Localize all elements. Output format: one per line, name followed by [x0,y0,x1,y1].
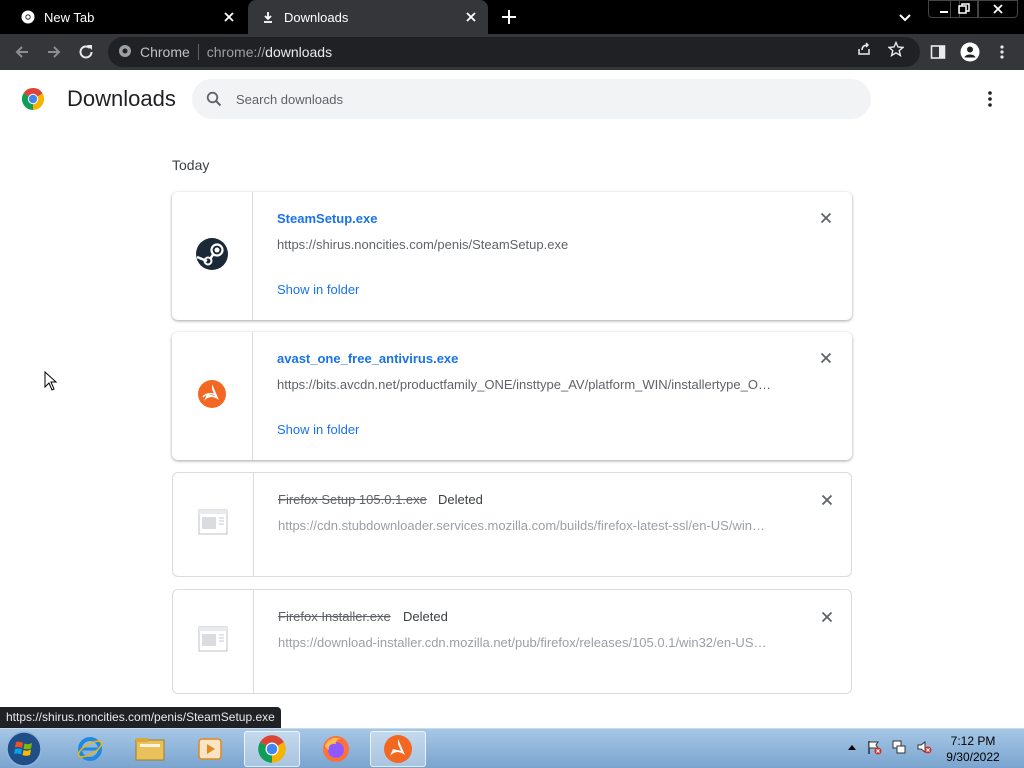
remove-download-icon[interactable] [819,492,835,508]
download-filename-link[interactable]: avast_one_free_antivirus.exe [277,351,458,366]
start-orb-icon[interactable] [4,730,44,768]
restore-window-icon[interactable] [950,0,978,18]
chrome-tab-icon [20,9,36,25]
download-url[interactable]: https://bits.avcdn.net/productfamily_ONE… [277,377,777,392]
show-hidden-icons-icon[interactable] [844,739,860,755]
back-arrow-icon[interactable] [12,42,32,62]
share-icon[interactable] [854,39,874,59]
mouse-cursor-icon [44,370,58,396]
tab-new-tab[interactable]: New Tab [0,0,246,34]
download-item: Firefox Setup 105.0.1.exe Deleted https:… [172,472,852,577]
tab-close-icon[interactable] [222,10,236,24]
file-icon-column [172,192,253,320]
remove-download-icon[interactable] [819,609,835,625]
media-player-icon[interactable] [182,731,238,767]
download-filename: Firefox Setup 105.0.1.exe [278,492,427,507]
search-icon [204,89,224,109]
generic-file-icon [198,509,228,540]
download-url[interactable]: https://download-installer.cdn.mozilla.n… [278,635,778,650]
chrome-logo-icon [21,87,45,111]
chrome-icon[interactable] [244,731,300,767]
bookmark-star-icon[interactable] [886,39,906,59]
new-tab-plus-icon[interactable] [500,8,518,26]
show-in-folder-link[interactable]: Show in folder [277,282,359,297]
page-title: Downloads [67,86,176,111]
tab-title: New Tab [44,9,95,25]
file-icon-column [173,590,254,693]
search-input[interactable] [236,91,836,107]
chrome-site-icon [118,44,132,61]
download-url[interactable]: https://shirus.noncities.com/penis/Steam… [277,237,777,252]
link-hover-status: https://shirus.noncities.com/penis/Steam… [0,707,281,728]
clock-date: 9/30/2022 [946,750,1000,764]
downloads-header: Downloads [0,70,1024,130]
clock-time: 7:12 PM [950,734,996,748]
reload-icon[interactable] [76,42,96,62]
downloads-menu-icon[interactable] [980,89,1000,109]
date-section-heading: Today [172,157,210,173]
file-explorer-icon[interactable] [122,731,178,767]
forward-arrow-icon[interactable] [44,42,64,62]
avast-icon[interactable] [370,731,426,767]
file-icon-column [172,332,253,460]
download-filename-link[interactable]: SteamSetup.exe [277,211,377,226]
url-text: chrome://downloads [206,44,333,60]
file-icon-column [173,473,254,576]
download-item: Firefox Installer.exe Deleted https://do… [172,589,852,694]
network-icon[interactable] [891,739,907,755]
tab-title: Downloads [284,9,349,25]
address-bar[interactable]: Chrome chrome://downloads [108,37,920,67]
action-center-flag-icon[interactable] [866,739,882,755]
close-window-icon[interactable] [978,0,1018,18]
show-in-folder-link[interactable]: Show in folder [277,422,359,437]
download-tab-icon [260,9,276,25]
tab-downloads[interactable]: Downloads [248,0,488,34]
windows-taskbar: 7:12 PM 9/30/2022 [0,728,1024,768]
browser-toolbar: Chrome chrome://downloads [0,34,1024,70]
download-status: Deleted [438,492,483,507]
tab-close-icon[interactable] [464,10,478,24]
chevron-down-icon[interactable] [897,10,913,26]
system-clock[interactable]: 7:12 PM 9/30/2022 [936,733,1010,765]
download-filename: Firefox Installer.exe [278,609,391,624]
steam-icon [195,237,229,276]
generic-file-icon [198,626,228,657]
remove-download-icon[interactable] [818,210,834,226]
download-item: SteamSetup.exe https://shirus.noncities.… [172,192,852,320]
download-url[interactable]: https://cdn.stubdownloader.services.mozi… [278,518,778,533]
omnibox-divider [197,44,199,60]
download-item: avast_one_free_antivirus.exe https://bit… [172,332,852,460]
firefox-icon[interactable] [308,731,364,767]
tab-strip: New Tab Downloads [0,0,1024,34]
internet-explorer-icon[interactable] [62,731,118,767]
site-chip-label: Chrome [140,44,190,60]
remove-download-icon[interactable] [818,350,834,366]
download-status: Deleted [403,609,448,624]
search-downloads-box[interactable] [192,79,871,119]
avast-icon [197,379,227,414]
volume-muted-icon[interactable] [916,739,932,755]
profile-avatar-icon[interactable] [960,42,980,62]
kebab-menu-icon[interactable] [992,42,1012,62]
side-panel-icon[interactable] [928,42,948,62]
